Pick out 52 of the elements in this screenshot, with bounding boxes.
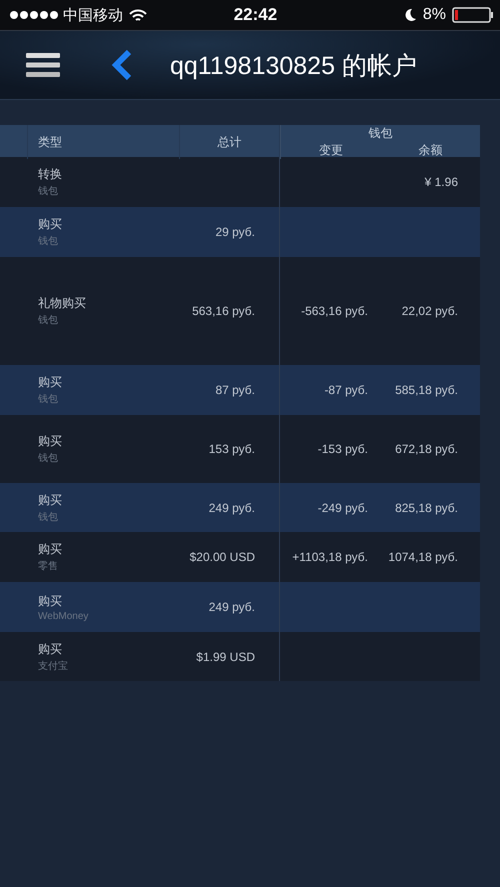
total-amount: 563,16 руб.: [192, 304, 255, 318]
back-button[interactable]: [110, 49, 134, 81]
column-header: 余额: [417, 142, 444, 159]
battery-percent: 8%: [422, 6, 446, 24]
wallet-balance: 672,18 руб.: [395, 442, 458, 456]
payment-method: 钱包: [38, 393, 58, 406]
wallet-change: -249 руб.: [318, 500, 368, 514]
page-title: qq1198130825 的帐户: [170, 50, 417, 82]
wallet-change: -153 руб.: [318, 442, 368, 456]
moon-icon: [404, 8, 417, 22]
wallet-balance: 825,18 руб.: [395, 500, 458, 514]
total-amount: $20.00 USD: [190, 550, 255, 564]
payment-method: 钱包: [38, 510, 58, 524]
wallet-balance: 1074,18 руб.: [388, 550, 458, 564]
total-amount: 153 руб.: [208, 442, 255, 456]
column-header: 钱包: [368, 125, 392, 142]
payment-method: 钱包: [38, 452, 58, 465]
column-header: 类型: [38, 134, 62, 150]
payment-method: 钱包: [38, 235, 58, 248]
payment-method: 零售: [38, 560, 58, 573]
total-amount: 249 руб.: [208, 500, 255, 514]
payment-method: 钱包: [38, 314, 58, 327]
payment-method: WebMoney: [38, 610, 88, 622]
wallet-change: -87 руб.: [324, 383, 368, 397]
transaction-type: 购买: [38, 541, 62, 558]
signal-icon: [10, 11, 58, 19]
transaction-type: 购买: [38, 492, 62, 508]
transaction-type: 购买: [38, 592, 62, 610]
column-header: 总计: [218, 134, 242, 150]
transaction-type: 购买: [38, 640, 62, 658]
transaction-type: 购买: [38, 433, 62, 450]
wallet-balance: 585,18 руб.: [395, 383, 458, 397]
total-amount: 29 руб.: [215, 225, 255, 239]
wallet-balance: 22,02 руб.: [402, 304, 458, 318]
wallet-change: +1103,18 руб.: [292, 550, 368, 564]
total-amount: 249 руб.: [208, 600, 255, 614]
column-header: 变更: [318, 142, 344, 159]
wifi-icon: [129, 8, 147, 22]
carrier-name: 中国移动: [63, 6, 123, 24]
total-amount: $1.99 USD: [196, 650, 255, 664]
clock-time: 22:42: [232, 5, 278, 25]
total-amount: 87 руб.: [215, 383, 255, 397]
transaction-type: 礼物购买: [38, 295, 86, 312]
wallet-change: -563,16 руб.: [301, 304, 368, 318]
payment-method: 钱包: [38, 185, 58, 198]
menu-button[interactable]: [26, 52, 60, 78]
transaction-type: 转换: [38, 166, 62, 183]
transaction-type: 购买: [38, 374, 62, 391]
payment-method: 支付宝: [38, 660, 68, 672]
transaction-type: 购买: [38, 216, 62, 233]
wallet-balance: ¥ 1.96: [424, 175, 458, 189]
battery-icon: [452, 7, 494, 23]
